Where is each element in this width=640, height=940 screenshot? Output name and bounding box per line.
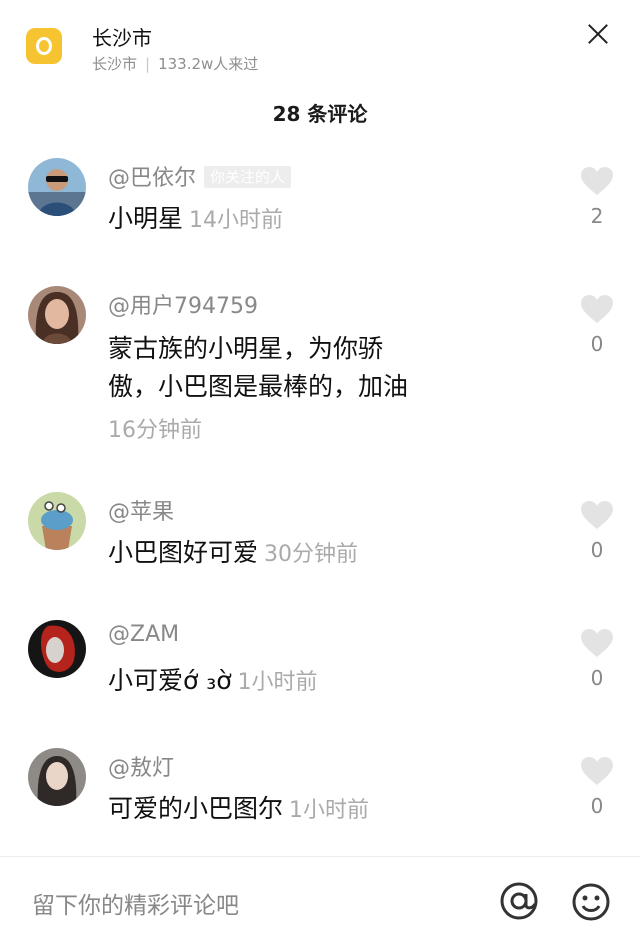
- smiley-icon[interactable]: [571, 882, 611, 922]
- comment-item: @ZAM 小可爱ớ ₃ờ 1小时前 0: [0, 620, 640, 720]
- avatar[interactable]: [28, 492, 86, 550]
- comment-text: 可爱的小巴图尔 1小时前: [108, 794, 370, 823]
- location-title[interactable]: 长沙市: [92, 22, 152, 51]
- like-count: 0: [590, 538, 604, 562]
- meta-separator: |: [145, 55, 151, 73]
- comment-count: 28 条评论: [272, 102, 368, 126]
- comment-item: @敖灯 可爱的小巴图尔 1小时前 0: [0, 748, 640, 848]
- comment-time: 16分钟前: [108, 418, 202, 443]
- like-button[interactable]: 0: [578, 756, 616, 818]
- like-button[interactable]: 0: [578, 500, 616, 562]
- comment-item: @苹果 小巴图好可爱 30分钟前 0: [0, 492, 640, 592]
- location-meta: 长沙市 | 133.2w人来过: [92, 53, 258, 74]
- comment-time: 30分钟前: [264, 542, 359, 567]
- heart-icon: [581, 167, 613, 195]
- at-icon[interactable]: [498, 880, 540, 922]
- comment-text: 小巴图好可爱 30分钟前: [108, 538, 359, 567]
- comment-text: 小明星 14小时前: [108, 204, 284, 233]
- like-button[interactable]: 0: [578, 294, 616, 356]
- comment-item: @用户794759 蒙古族的小明星，为你骄 傲，小巴图是最棒的，加油 16分钟前…: [0, 286, 640, 456]
- comment-text: 小可爱ớ ₃ờ 1小时前: [108, 666, 318, 695]
- comment-username[interactable]: @苹果: [108, 494, 174, 526]
- header: 长沙市 长沙市 | 133.2w人来过: [0, 0, 640, 92]
- location-city: 长沙市: [92, 55, 138, 73]
- like-button[interactable]: 2: [578, 166, 616, 228]
- like-count: 0: [590, 332, 604, 356]
- comment-item: @巴依尔 你关注的人 小明星 14小时前 2: [0, 158, 640, 258]
- comment-input[interactable]: 留下你的精彩评论吧: [32, 886, 239, 920]
- like-count: 2: [590, 204, 604, 228]
- comment-time: 1小时前: [237, 670, 318, 695]
- avatar[interactable]: [28, 158, 86, 216]
- avatar[interactable]: [28, 286, 86, 344]
- heart-icon: [581, 501, 613, 529]
- comment-time: 1小时前: [289, 798, 370, 823]
- avatar[interactable]: [28, 748, 86, 806]
- input-divider: [0, 856, 640, 857]
- heart-icon: [581, 629, 613, 657]
- following-tag: 你关注的人: [204, 166, 292, 188]
- heart-icon: [581, 295, 613, 323]
- comment-text-line: 傲，小巴图是最棒的，加油: [108, 372, 409, 401]
- avatar[interactable]: [28, 620, 86, 678]
- comment-text-line: 蒙古族的小明星，为你骄: [108, 334, 384, 363]
- comment-text: 蒙古族的小明星，为你骄 傲，小巴图是最棒的，加油: [108, 330, 408, 406]
- heart-icon: [581, 757, 613, 785]
- comment-time: 14小时前: [189, 208, 284, 233]
- like-button[interactable]: 0: [578, 628, 616, 690]
- comment-username[interactable]: @敖灯: [108, 750, 174, 782]
- comment-username[interactable]: @巴依尔 你关注的人: [108, 160, 292, 192]
- visitor-count: 133.2w人来过: [158, 55, 259, 73]
- close-icon[interactable]: [584, 20, 612, 48]
- location-logo-icon: [26, 28, 62, 64]
- like-count: 0: [590, 794, 604, 818]
- comment-username[interactable]: @ZAM: [108, 622, 179, 647]
- comment-username[interactable]: @用户794759: [108, 288, 258, 320]
- like-count: 0: [590, 666, 604, 690]
